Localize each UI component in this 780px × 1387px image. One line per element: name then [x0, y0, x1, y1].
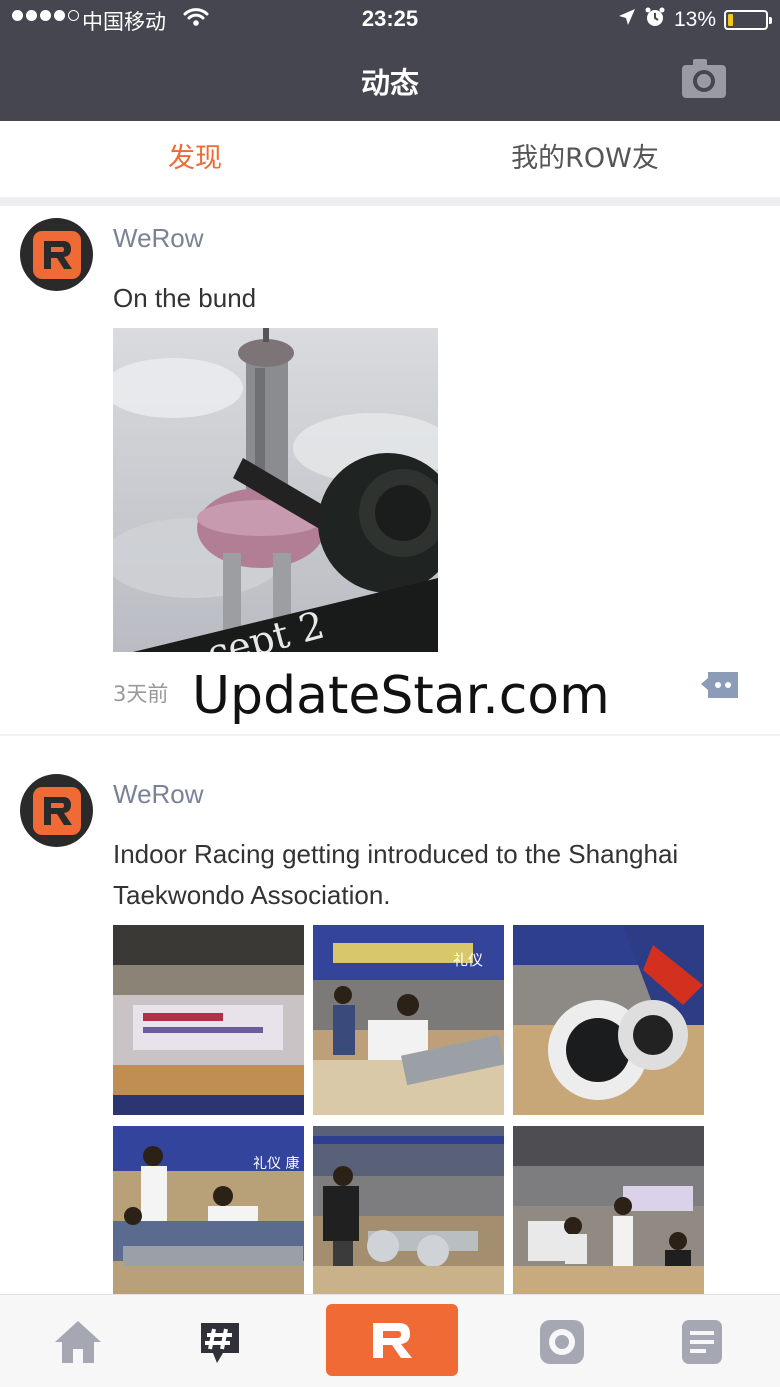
werow-logo-icon: [32, 786, 81, 835]
nav-werow-center[interactable]: [326, 1304, 458, 1376]
bottom-nav: [0, 1294, 780, 1387]
avatar[interactable]: [20, 774, 93, 847]
post-author[interactable]: WeRow: [113, 779, 204, 810]
hashtag-chat-icon: [201, 1322, 239, 1363]
post-time: 3天前: [113, 682, 169, 706]
avatar[interactable]: [20, 218, 93, 291]
location-arrow-icon: [618, 8, 636, 32]
nav-record[interactable]: [524, 1295, 600, 1387]
record-icon: [540, 1319, 584, 1364]
list-icon: [682, 1319, 722, 1364]
post-text: On the bund: [113, 283, 257, 313]
post-author[interactable]: WeRow: [113, 223, 204, 254]
top-bar: 中国移动 23:25 13% 动态: [0, 0, 780, 121]
nav-topics[interactable]: [182, 1295, 258, 1387]
grid-photo[interactable]: 礼仪 康: [113, 1126, 304, 1294]
nav-list[interactable]: [664, 1295, 740, 1387]
post: WeRow On the bund cept 2 3天前 UpdateStar.…: [0, 206, 780, 736]
tab-divider: [0, 197, 780, 206]
tab-discover[interactable]: 发现: [0, 121, 390, 197]
watermark: UpdateStar.com: [192, 666, 610, 726]
feed[interactable]: WeRow On the bund cept 2 3天前 UpdateStar.…: [0, 206, 780, 1294]
grid-photo[interactable]: [313, 1126, 504, 1294]
camera-icon[interactable]: [681, 57, 727, 99]
post: WeRow Indoor Racing getting introduced t…: [0, 736, 780, 1294]
page-title: 动态: [360, 66, 419, 100]
grid-photo[interactable]: [513, 925, 704, 1115]
alarm-icon: [644, 6, 666, 34]
grid-photo[interactable]: [113, 925, 304, 1115]
home-icon: [55, 1320, 101, 1363]
tab-bar: 发现 我的ROW友: [0, 121, 780, 197]
banner-text: 礼仪 康: [253, 1155, 299, 1172]
comment-icon[interactable]: [700, 670, 740, 700]
status-bar: 中国移动 23:25 13%: [0, 0, 780, 40]
grid-photo[interactable]: [513, 1126, 704, 1294]
battery-percent: 13%: [673, 8, 716, 31]
battery-icon: [724, 10, 772, 30]
grid-photo[interactable]: 礼仪: [313, 925, 504, 1115]
tab-my-row-friends[interactable]: 我的ROW友: [390, 121, 780, 197]
werow-logo-icon: [32, 230, 81, 279]
nav-home[interactable]: [40, 1295, 116, 1387]
post-photo[interactable]: cept 2: [113, 328, 438, 652]
banner-text: 礼仪: [453, 951, 483, 969]
werow-logo-icon: [373, 1323, 412, 1358]
post-text: Indoor Racing getting introduced to the …: [113, 839, 679, 910]
